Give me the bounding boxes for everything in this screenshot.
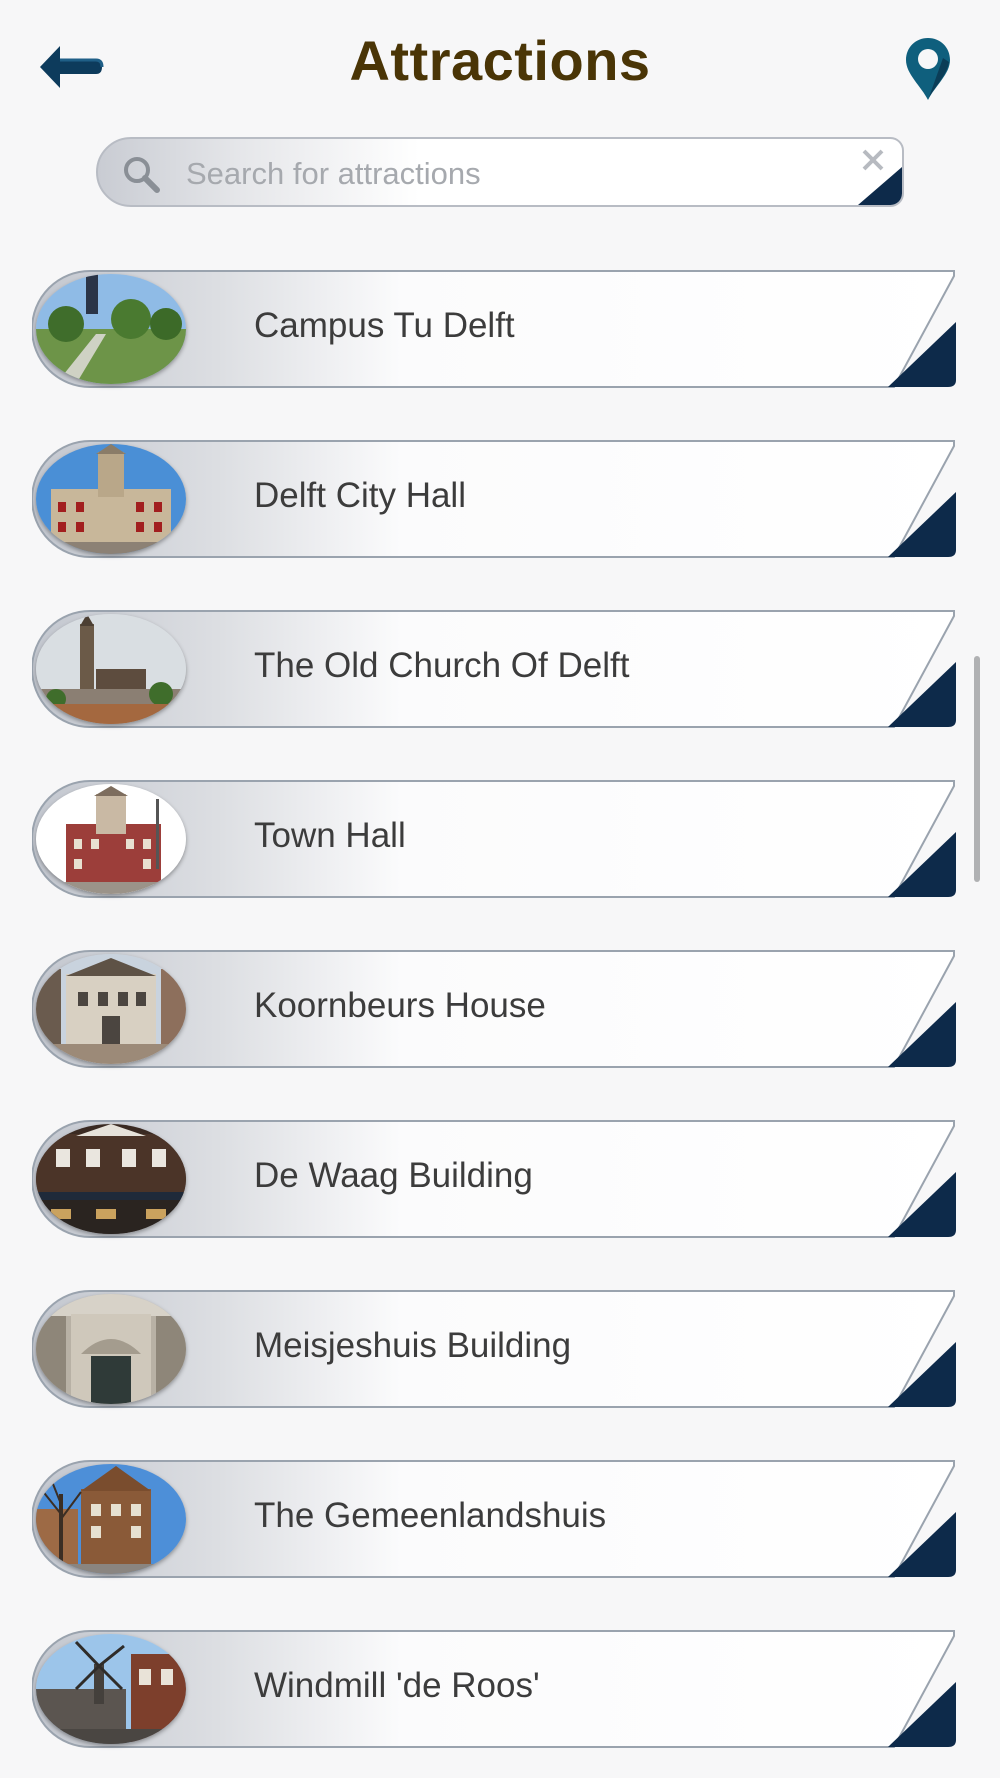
search-corner-decoration	[858, 167, 902, 205]
attraction-name: The Old Church Of Delft	[254, 646, 630, 685]
attraction-name: Town Hall	[254, 816, 406, 855]
list-item[interactable]: Meisjeshuis Building	[32, 1290, 956, 1408]
attraction-thumbnail	[36, 784, 186, 894]
list-item[interactable]: Windmill 'de Roos'	[32, 1630, 956, 1748]
list-item[interactable]: Delft City Hall	[32, 440, 956, 558]
attraction-name: Windmill 'de Roos'	[254, 1666, 540, 1705]
attraction-name: Delft City Hall	[254, 476, 466, 515]
attraction-thumbnail	[36, 1124, 186, 1234]
attraction-thumbnail	[36, 274, 186, 384]
map-pin-icon	[906, 38, 950, 100]
app-header: Attractions	[0, 0, 1000, 130]
attraction-thumbnail	[36, 614, 186, 724]
list-item[interactable]: Koornbeurs House	[32, 950, 956, 1068]
list-item[interactable]: Campus Tu Delft	[32, 270, 956, 388]
attraction-name: Meisjeshuis Building	[254, 1326, 572, 1365]
attraction-thumbnail	[36, 1634, 186, 1744]
search-field-container	[96, 137, 904, 207]
search-icon	[124, 157, 160, 193]
list-item[interactable]: The Gemeenlandshuis	[32, 1460, 956, 1578]
attraction-thumbnail	[36, 954, 186, 1064]
attraction-name: Campus Tu Delft	[254, 306, 515, 345]
page-title: Attractions	[349, 29, 651, 92]
attraction-thumbnail	[36, 1294, 186, 1404]
attraction-thumbnail	[36, 1464, 186, 1574]
search-bar	[96, 137, 904, 209]
location-button[interactable]	[903, 36, 953, 102]
list-item[interactable]: De Waag Building	[32, 1120, 956, 1238]
search-input[interactable]	[184, 151, 748, 197]
attraction-thumbnail	[36, 444, 186, 554]
scrollbar[interactable]	[974, 656, 980, 882]
list-item[interactable]: The Old Church Of Delft	[32, 610, 956, 728]
list-item[interactable]: Town Hall	[32, 780, 956, 898]
attraction-name: De Waag Building	[254, 1156, 533, 1195]
attraction-name: Koornbeurs House	[254, 986, 546, 1025]
attraction-name: The Gemeenlandshuis	[254, 1496, 607, 1535]
